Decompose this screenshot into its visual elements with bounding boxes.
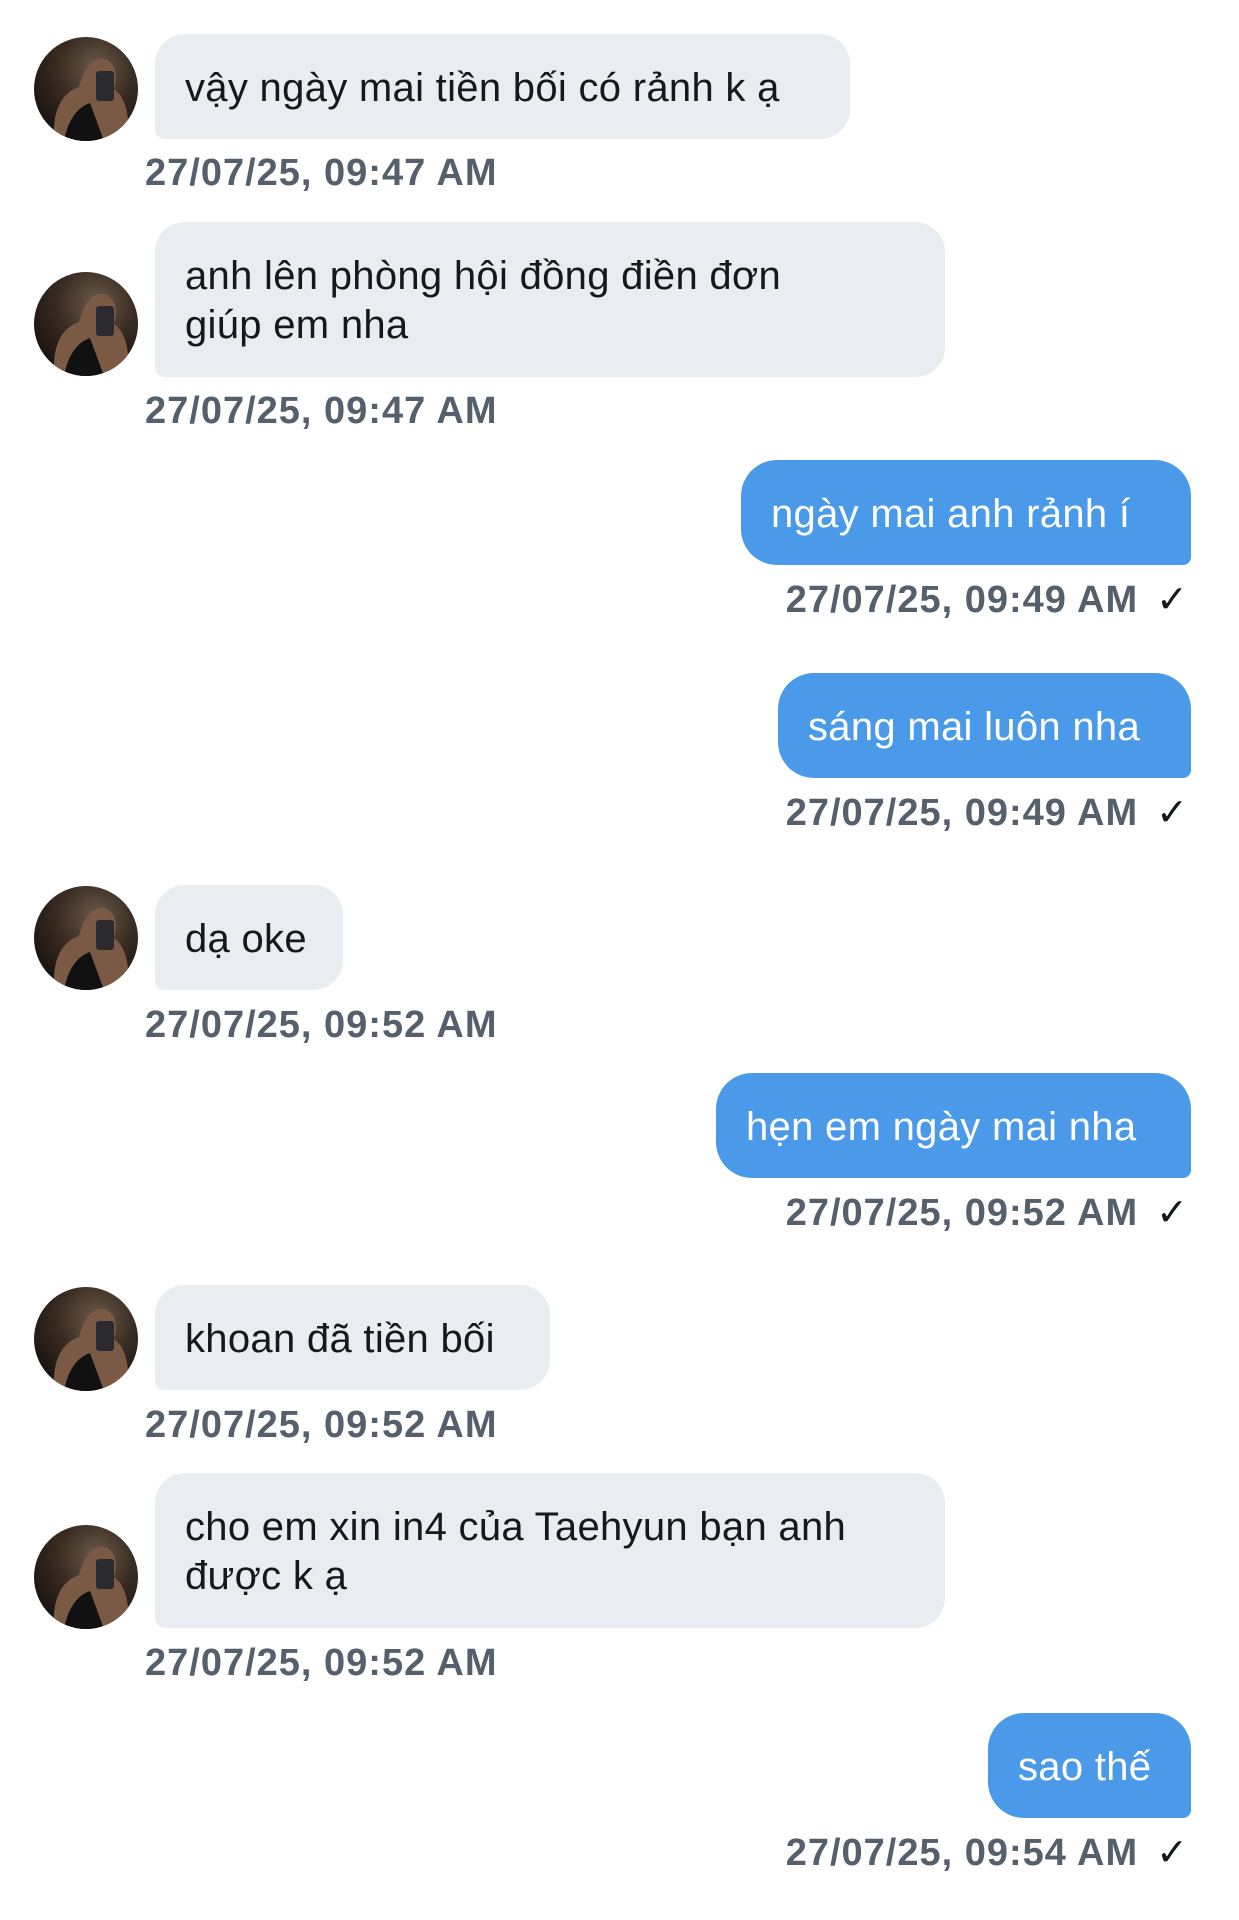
avatar[interactable]: [34, 1287, 138, 1391]
message-timestamp: 27/07/25, 09:52 AM: [145, 1642, 498, 1684]
message-timestamp: 27/07/25, 09:49 AM ✓: [786, 790, 1189, 836]
message-timestamp: 27/07/25, 09:52 AM ✓: [786, 1190, 1189, 1236]
checkmark-icon: ✓: [1156, 792, 1189, 834]
checkmark-icon: ✓: [1156, 1192, 1189, 1234]
message-bubble[interactable]: anh lên phòng hội đồng điền đơn giúp em …: [155, 222, 945, 377]
timestamp-text: 27/07/25, 09:49 AM: [785, 792, 1139, 834]
message-bubble[interactable]: sáng mai luôn nha: [778, 673, 1191, 778]
message-bubble[interactable]: hẹn em ngày mai nha: [716, 1073, 1191, 1178]
message-timestamp: 27/07/25, 09:47 AM: [145, 390, 498, 432]
checkmark-icon: ✓: [1156, 1832, 1189, 1874]
timestamp-text: 27/07/25, 09:49 AM: [785, 579, 1139, 621]
timestamp-text: 27/07/25, 09:52 AM: [785, 1192, 1139, 1234]
message-bubble[interactable]: vậy ngày mai tiền bối có rảnh k ạ: [155, 34, 850, 139]
message-timestamp: 27/07/25, 09:54 AM ✓: [786, 1830, 1189, 1876]
message-timestamp: 27/07/25, 09:52 AM: [145, 1404, 498, 1446]
message-timestamp: 27/07/25, 09:47 AM: [145, 152, 498, 194]
checkmark-icon: ✓: [1156, 579, 1189, 621]
message-timestamp: 27/07/25, 09:52 AM: [145, 1004, 498, 1046]
avatar[interactable]: [34, 1525, 138, 1629]
avatar[interactable]: [34, 272, 138, 376]
avatar[interactable]: [34, 37, 138, 141]
chat-thread: vậy ngày mai tiền bối có rảnh k ạ 27/07/…: [0, 0, 1239, 1920]
message-bubble[interactable]: dạ oke: [155, 885, 343, 990]
message-timestamp: 27/07/25, 09:49 AM ✓: [786, 577, 1189, 623]
message-bubble[interactable]: ngày mai anh rảnh í: [741, 460, 1191, 565]
message-bubble[interactable]: cho em xin in4 của Taehyun bạn anh được …: [155, 1473, 945, 1628]
timestamp-text: 27/07/25, 09:54 AM: [785, 1832, 1139, 1874]
message-bubble[interactable]: sao thế: [988, 1713, 1191, 1818]
message-bubble[interactable]: khoan đã tiền bối: [155, 1285, 550, 1390]
avatar[interactable]: [34, 886, 138, 990]
